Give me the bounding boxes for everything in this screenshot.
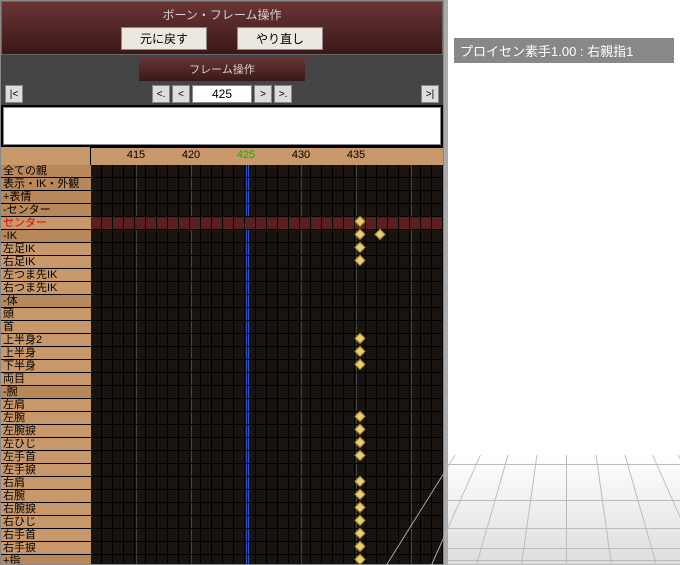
timeline-row[interactable]	[91, 191, 443, 204]
ruler-tick: 425	[237, 149, 255, 161]
frame-number-input[interactable]	[192, 85, 252, 103]
bone-label[interactable]: 表示・IK・外観	[1, 178, 91, 191]
timeline-row[interactable]	[91, 529, 443, 542]
floor-grid	[448, 455, 680, 565]
viewport-panel[interactable]: プロイセン素手1.00 : 右親指1	[444, 0, 680, 565]
frame-ops-title: フレーム操作	[139, 57, 305, 81]
timeline-row[interactable]	[91, 204, 443, 217]
bone-label[interactable]: 右肩	[1, 477, 91, 490]
bone-label[interactable]: 左腕捩	[1, 425, 91, 438]
bone-label[interactable]: センター	[1, 217, 91, 230]
timeline-row[interactable]	[91, 230, 443, 243]
timeline-row[interactable]	[91, 542, 443, 555]
timeline-row[interactable]	[91, 451, 443, 464]
timeline-row[interactable]	[91, 425, 443, 438]
bone-label[interactable]: 右腕捩	[1, 503, 91, 516]
ruler-tick: 435	[347, 149, 365, 161]
timeline-row[interactable]	[91, 503, 443, 516]
bone-label[interactable]: -IK	[1, 230, 91, 243]
bone-label[interactable]: 左腕	[1, 412, 91, 425]
redo-button[interactable]: やり直し	[237, 27, 323, 50]
bone-label[interactable]: 上半身2	[1, 334, 91, 347]
timeline-row[interactable]	[91, 308, 443, 321]
timeline-ruler[interactable]: 415 420 425 430 435	[1, 147, 443, 165]
bone-label[interactable]: +指	[1, 555, 91, 564]
bone-label[interactable]: 左肩	[1, 399, 91, 412]
first-frame-button[interactable]: |<	[5, 85, 23, 103]
bone-label[interactable]: 下半身	[1, 360, 91, 373]
bone-label[interactable]: -センター	[1, 204, 91, 217]
bone-label[interactable]: 右ひじ	[1, 516, 91, 529]
timeline-row[interactable]	[91, 490, 443, 503]
timeline-row[interactable]	[91, 347, 443, 360]
bone-label[interactable]: 全ての親	[1, 165, 91, 178]
left-panel: ボーン・フレーム操作 元に戻す やり直し フレーム操作 |< <. < > >.…	[0, 0, 444, 565]
ruler-tick: 415	[127, 149, 145, 161]
bone-label[interactable]: -体	[1, 295, 91, 308]
timeline-row[interactable]	[91, 178, 443, 191]
timeline-row[interactable]	[91, 399, 443, 412]
timeline-row[interactable]	[91, 477, 443, 490]
timeline-row[interactable]	[91, 360, 443, 373]
model-info-bar: プロイセン素手1.00 : 右親指1	[454, 38, 674, 63]
bone-label[interactable]: 左手首	[1, 451, 91, 464]
bone-label[interactable]: 左足IK	[1, 243, 91, 256]
timeline-row[interactable]	[91, 282, 443, 295]
prev-jump-button[interactable]: <.	[152, 85, 170, 103]
timeline-row[interactable]	[91, 243, 443, 256]
next-jump-button[interactable]: >.	[274, 85, 292, 103]
prev-frame-button[interactable]: <	[172, 85, 190, 103]
timeline-row[interactable]	[91, 438, 443, 451]
timeline-row[interactable]	[91, 295, 443, 308]
bone-label[interactable]: 左つま先IK	[1, 269, 91, 282]
bone-label[interactable]: 上半身	[1, 347, 91, 360]
timeline-row[interactable]	[91, 464, 443, 477]
timeline-row[interactable]	[91, 334, 443, 347]
timeline-row[interactable]	[91, 412, 443, 425]
timeline-row[interactable]	[91, 165, 443, 178]
bone-frame-header: ボーン・フレーム操作 元に戻す やり直し	[1, 1, 443, 55]
timeline-row[interactable]	[91, 373, 443, 386]
ruler-tick: 430	[292, 149, 310, 161]
blank-bar	[3, 107, 441, 145]
timeline-row[interactable]	[91, 321, 443, 334]
bone-label[interactable]: 右腕	[1, 490, 91, 503]
bone-label[interactable]: -腕	[1, 386, 91, 399]
bone-label[interactable]: 左手捩	[1, 464, 91, 477]
timeline-row[interactable]	[91, 269, 443, 282]
last-frame-button[interactable]: >|	[421, 85, 439, 103]
bone-label[interactable]: 右手捩	[1, 542, 91, 555]
timeline-row[interactable]	[91, 256, 443, 269]
bone-label[interactable]: 右足IK	[1, 256, 91, 269]
bone-label[interactable]: 右つま先IK	[1, 282, 91, 295]
timeline-row[interactable]	[91, 386, 443, 399]
bone-label[interactable]: 右手首	[1, 529, 91, 542]
header-title: ボーン・フレーム操作	[2, 4, 442, 25]
bone-label[interactable]: 左ひじ	[1, 438, 91, 451]
next-frame-button[interactable]: >	[254, 85, 272, 103]
bone-label[interactable]: 首	[1, 321, 91, 334]
undo-button[interactable]: 元に戻す	[121, 27, 207, 50]
ruler-tick: 420	[182, 149, 200, 161]
bone-label[interactable]: 両目	[1, 373, 91, 386]
bone-label[interactable]: +表情	[1, 191, 91, 204]
timeline-row[interactable]	[91, 516, 443, 529]
timeline-row[interactable]	[91, 217, 443, 230]
bone-timeline: 全ての親表示・IK・外観+表情-センター センター-IK 左足IK 右足IK 左…	[1, 165, 443, 564]
bone-label[interactable]: 頭	[1, 308, 91, 321]
